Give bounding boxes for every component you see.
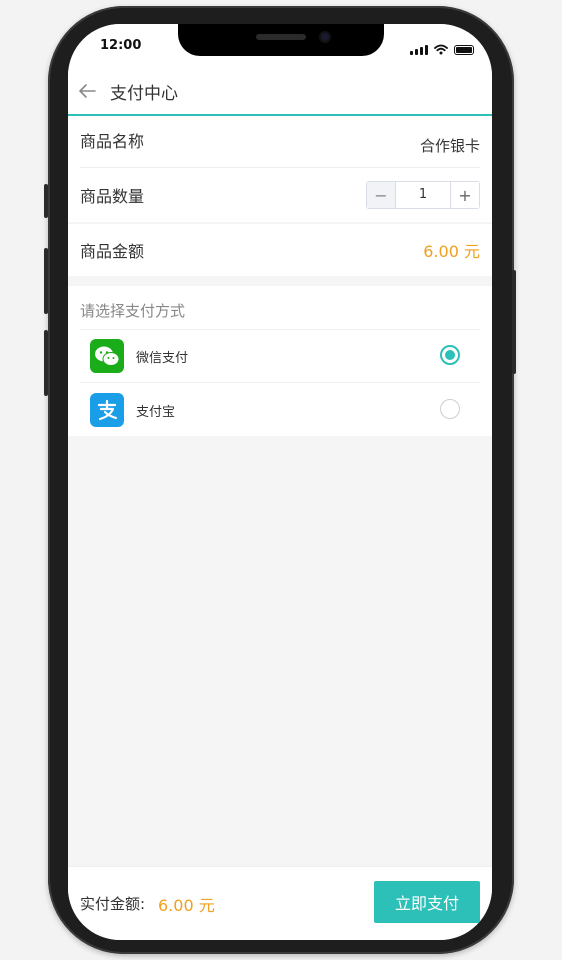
option-divider [80, 382, 480, 383]
notch [178, 24, 384, 56]
product-amount-row: 商品金额 6.00 元 [68, 224, 492, 276]
speaker [256, 34, 306, 40]
total-label: 实付金额: [80, 895, 146, 913]
volume-up-button [44, 248, 48, 314]
product-quantity-label: 商品数量 [80, 187, 145, 206]
back-arrow-icon[interactable] [76, 80, 98, 102]
quantity-stepper: − 1 + [366, 181, 480, 209]
total-value: 6.00 元 [158, 896, 215, 915]
pay-now-button[interactable]: 立即支付 [374, 881, 480, 923]
volume-down-button [44, 330, 48, 396]
page-header: 支付中心 [68, 68, 492, 116]
payment-method-section: 请选择支付方式 微信支付 支付宝 [68, 286, 492, 436]
silent-switch [44, 184, 48, 218]
payment-section-title: 请选择支付方式 [80, 302, 186, 320]
checkout-footer: 实付金额: 6.00 元 立即支付 [68, 866, 492, 940]
quantity-plus-button[interactable]: + [450, 182, 479, 208]
camera [319, 31, 331, 43]
payment-option-alipay[interactable]: 支付宝 [80, 384, 480, 436]
product-amount-label: 商品金额 [80, 242, 145, 261]
payment-option-label: 微信支付 [136, 350, 189, 366]
payment-option-wechat[interactable]: 微信支付 [80, 330, 480, 382]
phone-screen: 12:00 支付中心 商品名称 合作银卡 商品数量 − 1 + 商品金额 6.0… [68, 24, 492, 940]
radio-unselected[interactable] [440, 399, 460, 419]
quantity-value[interactable]: 1 [396, 182, 450, 208]
wifi-icon [434, 40, 448, 59]
wechat-pay-icon [90, 339, 124, 373]
quantity-minus-button[interactable]: − [367, 182, 396, 208]
product-quantity-row: 商品数量 − 1 + [68, 168, 492, 222]
product-name-label: 商品名称 [80, 132, 145, 151]
power-button [512, 270, 516, 374]
payment-option-label: 支付宝 [136, 404, 176, 420]
product-amount-value: 6.00 元 [423, 242, 480, 261]
status-icons [410, 40, 474, 59]
signal-icon [410, 44, 428, 55]
alipay-icon [90, 393, 124, 427]
product-name-value: 合作银卡 [419, 136, 480, 155]
product-name-row: 商品名称 合作银卡 [68, 116, 492, 168]
status-time: 12:00 [100, 38, 142, 53]
page-title: 支付中心 [110, 83, 178, 104]
battery-icon [454, 44, 474, 55]
radio-selected[interactable] [440, 345, 460, 365]
